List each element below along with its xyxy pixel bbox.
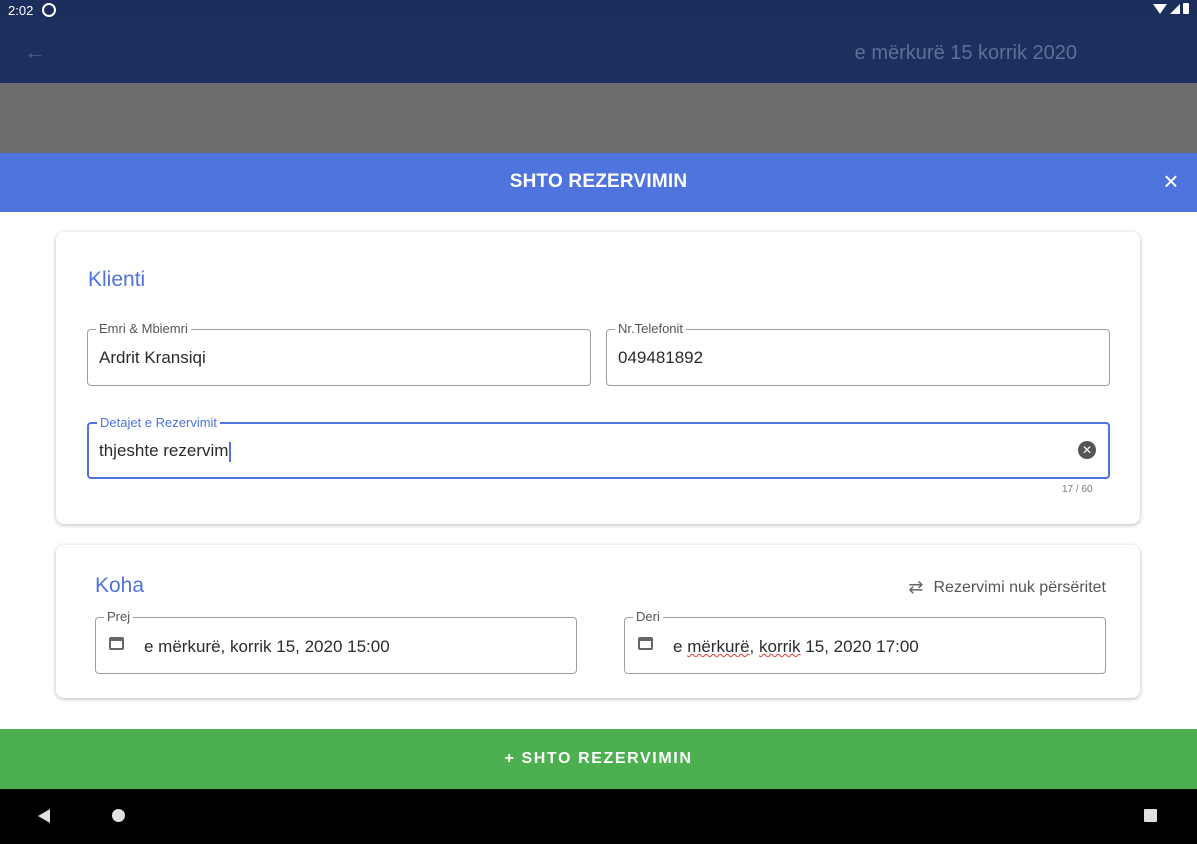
- to-date-month: korrik: [759, 637, 801, 656]
- signal-icon: [1170, 3, 1180, 14]
- calendar-icon: [109, 637, 124, 650]
- to-date-field[interactable]: Deri e mërkurë, korrik 15, 2020 17:00: [624, 609, 1106, 674]
- calendar-icon: [638, 637, 653, 650]
- repeat-label: Rezervimi nuk përsëritet: [933, 578, 1107, 596]
- nav-back-icon[interactable]: [38, 809, 50, 823]
- status-bar: 2:02: [0, 0, 1197, 22]
- app-bar: ← e mërkurë 15 korrik 2020: [0, 22, 1197, 83]
- dialog-body: Klienti Emri & Mbiemri Ardrit Kransiqi N…: [0, 212, 1197, 729]
- from-date-value: e mërkurë, korrik 15, 2020 15:00: [144, 637, 390, 656]
- from-date-field[interactable]: Prej e mërkurë, korrik 15, 2020 15:00: [95, 609, 577, 674]
- client-card: Klienti Emri & Mbiemri Ardrit Kransiqi N…: [56, 232, 1140, 524]
- navigation-bar: [0, 789, 1197, 844]
- text-cursor: [229, 441, 232, 462]
- notification-ring-icon: [42, 3, 56, 17]
- wifi-icon: [1153, 3, 1167, 14]
- app-bar-date: e mërkurë 15 korrik 2020: [854, 42, 1077, 64]
- time-section-title: Koha: [95, 574, 145, 597]
- dialog-header: SHTO REZERVIMIN ×: [0, 153, 1197, 212]
- to-date-separator: ,: [749, 637, 759, 656]
- name-field[interactable]: Emri & Mbiemri Ardrit Kransiqi: [87, 321, 591, 386]
- to-date-weekday: mërkurë: [687, 637, 750, 656]
- details-field[interactable]: Detajet e Rezervimit thjeshte rezervim ✕: [87, 415, 1110, 479]
- scrim[interactable]: [0, 83, 1197, 153]
- add-reservation-button[interactable]: + SHTO REZERVIMIN: [0, 729, 1197, 789]
- name-field-label: Emri & Mbiemri: [96, 321, 191, 337]
- status-time: 2:02: [8, 3, 34, 18]
- nav-home-icon[interactable]: [112, 809, 125, 822]
- repeat-icon: ⇄: [908, 577, 924, 597]
- clear-text-icon[interactable]: ✕: [1078, 441, 1096, 459]
- character-counter: 17 / 60: [1062, 484, 1093, 495]
- close-icon[interactable]: ×: [1159, 168, 1183, 194]
- phone-field-label: Nr.Telefonit: [615, 321, 687, 337]
- from-date-label: Prej: [104, 609, 134, 625]
- to-date-prefix: e: [673, 637, 688, 656]
- to-date-rest: 15, 2020 17:00: [800, 637, 919, 656]
- status-icons: [1153, 3, 1189, 14]
- details-field-value-wrap: thjeshte rezervim: [99, 441, 232, 462]
- details-field-value: thjeshte rezervim: [99, 441, 229, 460]
- phone-field[interactable]: Nr.Telefonit 049481892: [606, 321, 1110, 386]
- arrow-left-icon[interactable]: ←: [24, 40, 46, 64]
- to-date-label: Deri: [633, 609, 663, 625]
- name-field-value: Ardrit Kransiqi: [99, 348, 206, 367]
- client-section-title: Klienti: [88, 268, 146, 291]
- time-card: Koha ⇄ Rezervimi nuk përsëritet Prej e m…: [56, 545, 1140, 698]
- nav-recents-icon[interactable]: [1144, 809, 1157, 822]
- phone-field-value: 049481892: [618, 348, 704, 367]
- repeat-toggle[interactable]: ⇄ Rezervimi nuk përsëritet: [908, 577, 1106, 598]
- dialog-title: SHTO REZERVIMIN: [509, 171, 688, 192]
- details-field-label: Detajet e Rezervimit: [97, 415, 221, 431]
- to-date-value: e mërkurë, korrik 15, 2020 17:00: [673, 637, 919, 657]
- battery-icon: [1183, 3, 1189, 14]
